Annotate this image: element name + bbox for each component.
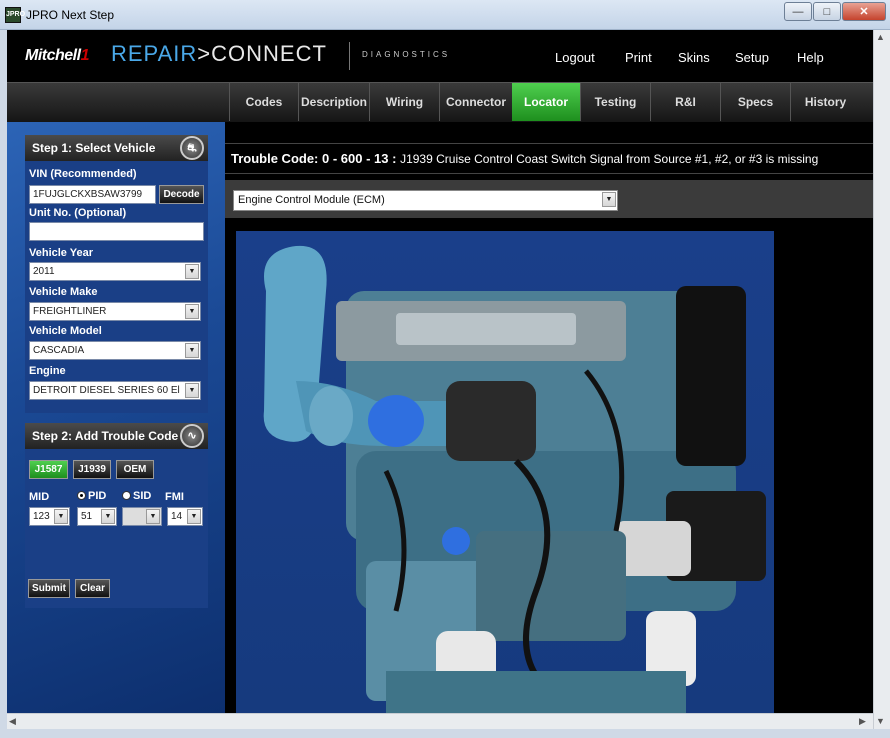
- vehicle-icon: ⛐: [180, 136, 204, 160]
- j1587-button[interactable]: J1587: [29, 460, 68, 479]
- submit-button[interactable]: Submit: [28, 579, 70, 598]
- pid-radio[interactable]: [77, 491, 86, 500]
- repairconnect-logo: REPAIR>CONNECT: [111, 41, 327, 66]
- mid-select[interactable]: 123 ▼: [29, 507, 70, 526]
- tab-testing[interactable]: Testing: [580, 83, 650, 121]
- step2-header: Step 2: Add Trouble Code ∿: [25, 423, 208, 449]
- vin-input[interactable]: 1FUJGLCKXBSAW3799: [29, 185, 156, 204]
- mitchell-logo: Mitchell1: [25, 47, 89, 64]
- window-frame-bottom: [0, 729, 890, 738]
- trouble-code-value: 0 - 600 - 13 :: [322, 151, 397, 166]
- tab-bar: Codes Description Wiring Connector Locat…: [7, 82, 873, 122]
- sid-option[interactable]: SID: [122, 490, 151, 502]
- step1-title: Step 1: Select Vehicle: [32, 141, 156, 155]
- module-row: Engine Control Module (ECM) ▼: [225, 180, 873, 218]
- vin-label: VIN (Recommended): [29, 168, 137, 180]
- sid-radio[interactable]: [122, 491, 131, 500]
- chevron-down-icon: ▼: [146, 509, 160, 524]
- horizontal-scrollbar[interactable]: ◀ ▶: [7, 713, 873, 729]
- j1939-button[interactable]: J1939: [73, 460, 111, 479]
- model-select[interactable]: CASCADIA ▼: [29, 341, 201, 360]
- step1-panel: Step 1: Select Vehicle ⛐ VIN (Recommende…: [25, 135, 208, 413]
- fmi-label: FMI: [165, 491, 184, 503]
- main-top-strip: [225, 122, 873, 143]
- clear-button[interactable]: Clear: [75, 579, 110, 598]
- mid-label: MID: [29, 491, 50, 503]
- chevron-down-icon: ▼: [602, 192, 616, 207]
- trouble-code-description: J1939 Cruise Control Coast Switch Signal…: [400, 152, 819, 166]
- window-frame-left: [0, 30, 7, 738]
- scroll-right-icon[interactable]: ▶: [859, 716, 866, 727]
- chevron-down-icon: ▼: [185, 343, 199, 358]
- chevron-down-icon: ▼: [185, 383, 199, 398]
- tab-ri[interactable]: R&I: [650, 83, 720, 121]
- main-content: Trouble Code: 0 - 600 - 13 : J1939 Cruis…: [225, 122, 873, 713]
- chevron-down-icon: ▼: [54, 509, 68, 524]
- trouble-code-bar: Trouble Code: 0 - 600 - 13 : J1939 Cruis…: [225, 143, 873, 174]
- oem-button[interactable]: OEM: [116, 460, 154, 479]
- logo-divider: [349, 42, 350, 70]
- model-label: Vehicle Model: [29, 325, 102, 337]
- trouble-code-prefix: Trouble Code:: [231, 151, 319, 166]
- nav-logout[interactable]: Logout: [555, 50, 595, 65]
- pid-option[interactable]: PID: [77, 490, 106, 502]
- tab-wiring[interactable]: Wiring: [369, 83, 439, 121]
- close-icon: ✕: [859, 6, 869, 18]
- vertical-scrollbar[interactable]: ▲ ▼: [873, 30, 890, 738]
- nav-skins[interactable]: Skins: [678, 50, 710, 65]
- pid-select[interactable]: 51 ▼: [77, 507, 117, 526]
- module-select[interactable]: Engine Control Module (ECM) ▼: [233, 190, 618, 211]
- component-locator-image: [236, 231, 774, 713]
- window-titlebar: JPRO JPRO Next Step — □ ✕: [0, 0, 890, 30]
- tab-history[interactable]: History: [790, 83, 860, 121]
- chevron-down-icon: ▼: [101, 509, 115, 524]
- unit-label: Unit No. (Optional): [29, 207, 127, 219]
- scroll-down-icon[interactable]: ▼: [876, 716, 885, 726]
- chevron-down-icon: ▼: [185, 304, 199, 319]
- engine-photo: [263, 245, 766, 713]
- engine-select[interactable]: DETROIT DIESEL SERIES 60 El ▼: [29, 381, 201, 400]
- fmi-select[interactable]: 14 ▼: [167, 507, 203, 526]
- step1-header: Step 1: Select Vehicle ⛐: [25, 135, 208, 161]
- app-header: Mitchell1 REPAIR>CONNECT DIAGNOSTICS Log…: [7, 30, 873, 82]
- nav-setup[interactable]: Setup: [735, 50, 769, 65]
- unit-input[interactable]: [29, 222, 204, 241]
- close-button[interactable]: ✕: [842, 2, 886, 21]
- make-select[interactable]: FREIGHTLINER ▼: [29, 302, 201, 321]
- tab-locator[interactable]: Locator: [512, 83, 580, 121]
- decode-button[interactable]: Decode: [159, 185, 204, 204]
- year-select[interactable]: 2011 ▼: [29, 262, 201, 281]
- chevron-down-icon: ▼: [187, 509, 201, 524]
- maximize-button[interactable]: □: [813, 2, 841, 21]
- tab-description[interactable]: Description: [298, 83, 369, 121]
- app-icon: JPRO: [5, 7, 25, 23]
- minimize-icon: —: [792, 5, 804, 18]
- diagnostics-label: DIAGNOSTICS: [362, 50, 451, 59]
- step2-title: Step 2: Add Trouble Code: [32, 429, 179, 443]
- nav-help[interactable]: Help: [797, 50, 824, 65]
- scroll-left-icon[interactable]: ◀: [9, 716, 16, 727]
- sid-select[interactable]: ▼: [122, 507, 162, 526]
- scroll-up-icon[interactable]: ▲: [876, 32, 885, 42]
- tab-specs[interactable]: Specs: [720, 83, 790, 121]
- window-title: JPRO Next Step: [26, 8, 115, 22]
- engine-label: Engine: [29, 365, 66, 377]
- minimize-button[interactable]: —: [784, 2, 812, 21]
- nav-print[interactable]: Print: [625, 50, 652, 65]
- maximize-icon: □: [823, 5, 831, 18]
- make-label: Vehicle Make: [29, 286, 98, 298]
- tab-connector[interactable]: Connector: [439, 83, 512, 121]
- step2-panel: Step 2: Add Trouble Code ∿ J1587 J1939 O…: [25, 423, 208, 608]
- trouble-code-icon: ∿: [180, 424, 204, 448]
- tab-codes[interactable]: Codes: [229, 83, 298, 121]
- chevron-down-icon: ▼: [185, 264, 199, 279]
- year-label: Vehicle Year: [29, 247, 94, 259]
